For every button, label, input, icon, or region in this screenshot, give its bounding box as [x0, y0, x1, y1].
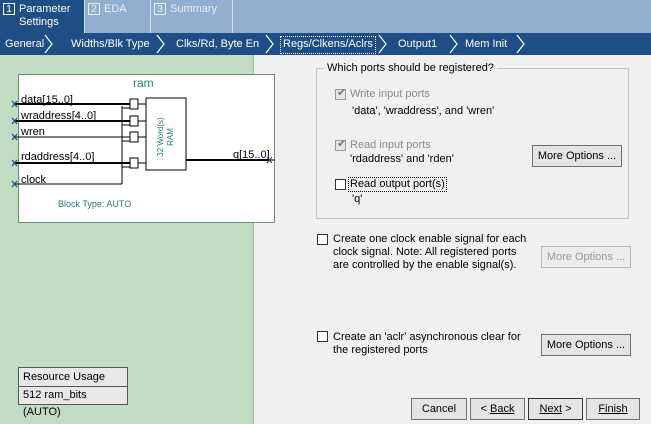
more-options-read-button[interactable]: More Options ...	[532, 145, 622, 167]
aclr-checkbox[interactable]	[317, 331, 328, 342]
more-options-clken-button[interactable]: More Options ...	[541, 246, 631, 268]
clock-enable-text-3: are controlled by the enable signal(s).	[333, 259, 517, 271]
back-button[interactable]: < Back	[470, 398, 525, 420]
clock-enable-checkbox[interactable]	[317, 234, 328, 245]
check-icon: ✔	[337, 138, 347, 150]
aclr-text-2: the registered ports	[333, 344, 428, 356]
next-label: Next	[539, 403, 563, 415]
finish-label: Finish	[598, 403, 628, 415]
read-ports-desc: 'rdaddress' and 'rden'	[350, 153, 454, 165]
output-port-label: q[15..0]	[233, 149, 270, 161]
clock-enable-text-1: Create one clock enable signal for each	[333, 233, 527, 245]
read-output-desc: 'q'	[352, 193, 363, 205]
write-ports-checkbox[interactable]: ✔	[335, 87, 347, 100]
next-button[interactable]: Next >	[528, 398, 583, 420]
read-ports-label: Read input ports	[350, 139, 431, 151]
resource-usage-table: Resource Usage 512 ram_bits (AUTO)	[18, 367, 128, 418]
back-label: Back	[490, 403, 515, 415]
finish-button[interactable]: Finish	[586, 398, 640, 420]
read-output-checkbox[interactable]	[335, 179, 346, 190]
ram-block-label: 32 Word(s) RAM	[148, 100, 184, 168]
cancel-button[interactable]: Cancel	[411, 398, 467, 420]
aclr-text-1: Create an 'aclr' asynchronous clear for	[333, 331, 521, 343]
check-icon: ✔	[337, 87, 347, 99]
port-label: data[15..0]	[21, 94, 73, 106]
port-label: rdaddress[4..0]	[21, 151, 95, 163]
diagram-title: ram	[133, 76, 154, 90]
block-type-label: Block Type: AUTO	[58, 199, 132, 209]
clock-enable-text-2: clock signal. Note: All registered ports	[333, 246, 517, 258]
port-label: clock	[21, 174, 47, 186]
port-label: wraddress[4..0]	[21, 110, 97, 122]
read-output-label: Read output port(s)	[348, 177, 447, 192]
ram-type: RAM	[166, 128, 175, 146]
ram-word-count: 32 Word(s)	[156, 117, 165, 157]
group-title: Which ports should be registered?	[324, 62, 497, 75]
read-ports-checkbox[interactable]: ✔	[335, 138, 347, 151]
port-label: wren	[21, 126, 45, 138]
write-ports-label: Write input ports	[350, 88, 430, 100]
write-ports-desc: 'data', 'wraddress', and 'wren'	[352, 105, 495, 117]
resource-usage-value: 512 ram_bits (AUTO)	[23, 389, 87, 418]
more-options-aclr-button[interactable]: More Options ...	[541, 334, 631, 356]
resource-usage-header: Resource Usage	[19, 368, 127, 387]
